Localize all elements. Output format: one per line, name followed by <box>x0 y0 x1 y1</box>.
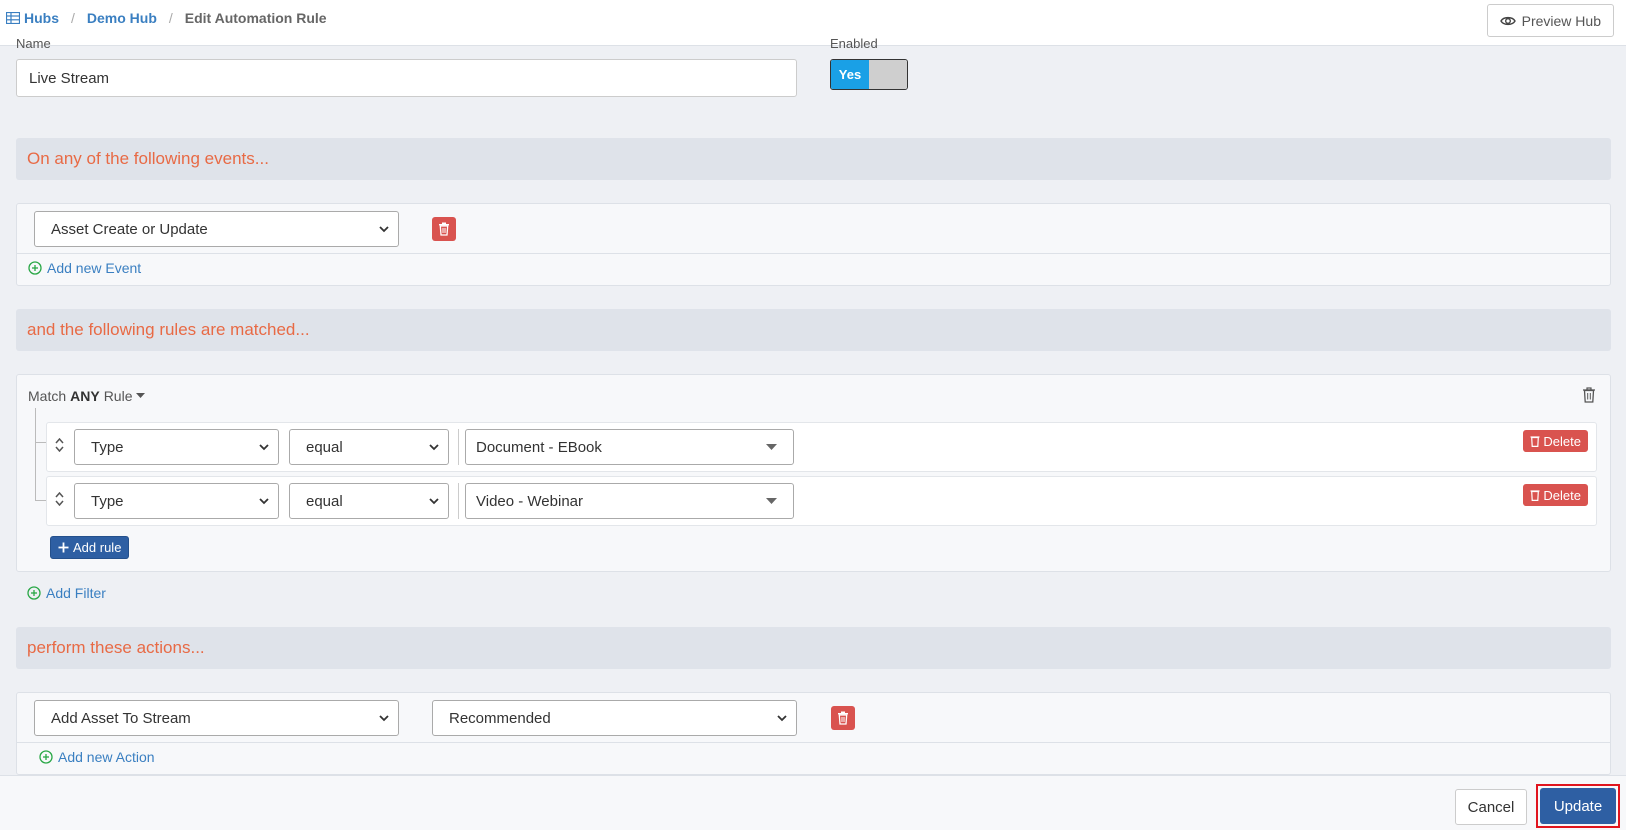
breadcrumb-separator: / <box>71 10 75 26</box>
events-panel: Asset Create or Update Add new Event <box>16 203 1611 286</box>
table-icon <box>6 12 20 24</box>
rules-header: and the following rules are matched... <box>16 309 1611 351</box>
add-filter-link[interactable]: Add Filter <box>27 585 106 601</box>
chevron-down-icon <box>259 498 269 505</box>
name-label: Name <box>16 36 51 51</box>
match-mode-dropdown[interactable]: Match ANY Rule <box>28 388 146 404</box>
delete-action-button[interactable] <box>831 706 855 730</box>
rule-row: Type equal Document - EBook Delete <box>46 422 1597 472</box>
action-select-value: Add Asset To Stream <box>51 709 191 727</box>
match-mode: ANY <box>70 388 100 404</box>
breadcrumb-hub-link[interactable]: Demo Hub <box>87 10 157 26</box>
add-rule-button[interactable]: Add rule <box>50 536 130 559</box>
match-suffix: Rule <box>103 388 133 404</box>
cancel-button[interactable]: Cancel <box>1455 789 1527 825</box>
update-button[interactable]: Update <box>1540 788 1616 824</box>
rule-operator-select[interactable]: equal <box>289 429 449 465</box>
chevron-down-icon <box>777 715 787 722</box>
chevron-down-icon <box>429 444 439 451</box>
events-header: On any of the following events... <box>16 138 1611 180</box>
chevron-down-icon <box>429 498 439 505</box>
action-select[interactable]: Add Asset To Stream <box>34 700 399 736</box>
rule-field-select[interactable]: Type <box>74 429 279 465</box>
add-event-link[interactable]: Add new Event <box>28 260 141 276</box>
rules-panel: Match ANY Rule Type equal Document - EBo… <box>16 374 1611 572</box>
caret-down-icon <box>766 444 777 450</box>
divider <box>458 429 459 465</box>
match-prefix: Match <box>28 388 67 404</box>
rule-operator-select[interactable]: equal <box>289 483 449 519</box>
caret-down-icon <box>136 393 146 398</box>
delete-rule-label: Delete <box>1543 487 1581 503</box>
rule-row: Type equal Video - Webinar Delete <box>46 476 1597 526</box>
enabled-label: Enabled <box>830 36 878 51</box>
actions-panel: Add Asset To Stream Recommended Add new … <box>16 692 1611 775</box>
divider <box>17 253 1610 254</box>
event-select[interactable]: Asset Create or Update <box>34 211 399 247</box>
rule-value: Video - Webinar <box>476 492 584 510</box>
plus-circle-icon <box>28 261 42 275</box>
divider <box>458 483 459 519</box>
tree-connector <box>35 442 46 443</box>
name-input[interactable] <box>16 59 797 97</box>
action-target-select[interactable]: Recommended <box>432 700 797 736</box>
delete-rule-button[interactable]: Delete <box>1523 430 1588 452</box>
plus-icon <box>58 542 69 553</box>
preview-hub-label: Preview Hub <box>1521 12 1601 29</box>
event-select-value: Asset Create or Update <box>51 220 208 238</box>
add-action-link[interactable]: Add new Action <box>39 749 155 765</box>
toggle-on-label: Yes <box>831 60 869 89</box>
delete-group-button[interactable] <box>1582 387 1596 407</box>
drag-handle-icon[interactable] <box>55 492 64 506</box>
delete-event-button[interactable] <box>432 217 456 241</box>
action-target-value: Recommended <box>449 709 551 727</box>
add-filter-label: Add Filter <box>46 585 106 601</box>
chevron-down-icon <box>379 226 389 233</box>
drag-handle-icon[interactable] <box>55 438 64 452</box>
trash-icon <box>439 222 449 236</box>
rule-value-select[interactable]: Video - Webinar <box>465 483 794 519</box>
actions-header: perform these actions... <box>16 627 1611 669</box>
preview-hub-button[interactable]: Preview Hub <box>1486 4 1614 37</box>
add-action-label: Add new Action <box>58 749 155 765</box>
rule-field-value: Type <box>91 492 124 510</box>
caret-down-icon <box>766 498 777 504</box>
footer-bar: Cancel Update <box>0 775 1626 830</box>
plus-circle-icon <box>27 586 41 600</box>
plus-circle-icon <box>39 750 53 764</box>
top-bar: Hubs / Demo Hub / Edit Automation Rule P… <box>0 0 1626 46</box>
trash-icon <box>1583 387 1595 403</box>
trash-icon <box>838 711 848 725</box>
rule-field-select[interactable]: Type <box>74 483 279 519</box>
chevron-down-icon <box>259 444 269 451</box>
breadcrumb-hubs-link[interactable]: Hubs <box>24 10 59 26</box>
rule-operator-value: equal <box>306 492 343 510</box>
enabled-toggle[interactable]: Yes <box>830 59 908 90</box>
tree-connector <box>35 500 46 501</box>
rule-value-select[interactable]: Document - EBook <box>465 429 794 465</box>
tree-connector <box>35 408 36 500</box>
rule-value: Document - EBook <box>476 438 602 456</box>
trash-icon <box>1530 490 1540 501</box>
eye-icon <box>1499 16 1516 25</box>
chevron-down-icon <box>379 715 389 722</box>
breadcrumb-separator: / <box>168 10 173 26</box>
add-rule-label: Add rule <box>73 540 122 555</box>
divider <box>17 742 1610 743</box>
add-event-label: Add new Event <box>47 260 142 276</box>
delete-rule-button[interactable]: Delete <box>1523 484 1588 506</box>
rule-operator-value: equal <box>306 438 343 456</box>
toggle-handle <box>869 60 907 89</box>
breadcrumb-current: Edit Automation Rule <box>184 10 327 26</box>
breadcrumb: Hubs / Demo Hub / Edit Automation Rule <box>6 10 327 26</box>
rule-field-value: Type <box>91 438 124 456</box>
trash-icon <box>1530 436 1540 447</box>
delete-rule-label: Delete <box>1543 433 1581 449</box>
